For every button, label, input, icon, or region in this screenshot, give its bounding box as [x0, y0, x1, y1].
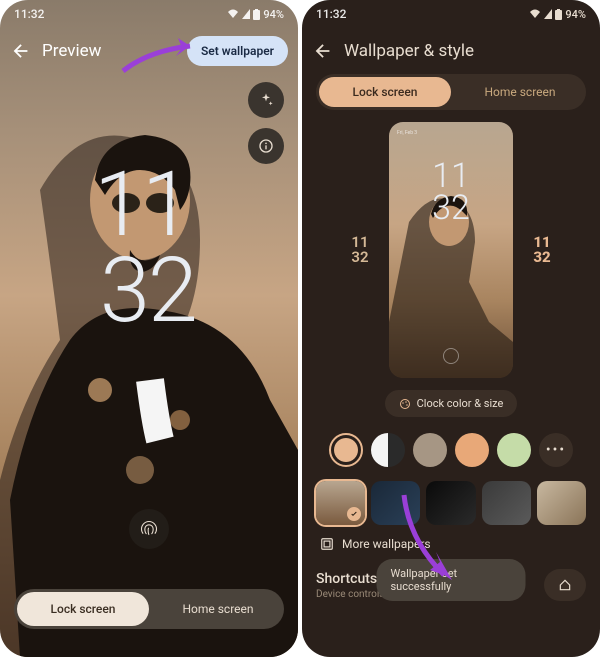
clock-style-option-b[interactable]: 1132 [521, 222, 563, 278]
wifi-icon [227, 9, 239, 19]
palette-icon [399, 398, 411, 410]
toast: Wallpaper set successfully [377, 559, 526, 601]
header-title: Preview [42, 41, 177, 61]
swatch-3[interactable] [413, 433, 447, 467]
wallpaper-thumb-2[interactable] [371, 481, 420, 525]
wallpaper-thumbs [316, 481, 586, 525]
swatch-4[interactable] [455, 433, 489, 467]
shortcuts-subtitle: Device controls [316, 589, 384, 600]
signal-icon [242, 9, 250, 19]
clock-style-option-a[interactable]: 1132 [339, 222, 381, 278]
swatch-1[interactable] [329, 433, 363, 467]
clock-style-row: 1132 Fri, Feb 3 11 32 1132 [316, 122, 586, 378]
segment-lock-screen[interactable]: Lock screen [319, 77, 451, 107]
status-bar: 11:32 94% [0, 0, 298, 28]
status-time: 11:32 [316, 7, 346, 21]
set-wallpaper-button[interactable]: Set wallpaper [187, 36, 288, 66]
fingerprint-icon [139, 519, 159, 539]
check-icon [347, 507, 361, 521]
more-colors-button[interactable]: ••• [539, 433, 573, 467]
home-shortcut-button[interactable] [544, 569, 586, 601]
color-swatches: ••• [316, 433, 586, 467]
status-bar: 11:32 94% [302, 0, 600, 28]
wallpaper-thumb-3[interactable] [426, 481, 475, 525]
header: Wallpaper & style [302, 28, 600, 74]
battery-percent: 94% [565, 8, 586, 21]
swatch-2[interactable] [371, 433, 405, 467]
preview-clock: 11 32 [432, 160, 470, 225]
clock-color-size-button[interactable]: Clock color & size [385, 390, 518, 417]
effects-button[interactable] [248, 82, 284, 118]
wallpaper-icon [320, 537, 334, 551]
clock-minutes: 32 [100, 248, 196, 334]
wallpaper-style-screen: 11:32 94% Wallpaper & style Lock screen … [302, 0, 600, 657]
status-icons: 94% [227, 8, 284, 21]
preview-screen: 11:32 94% Preview Set wallpaper 11 32 Lo… [0, 0, 298, 657]
back-icon[interactable] [312, 40, 334, 62]
screen-segments: Lock screen Home screen [316, 74, 586, 110]
battery-percent: 94% [263, 8, 284, 21]
tab-home-screen[interactable]: Home screen [152, 589, 284, 629]
header-title: Wallpaper & style [344, 41, 590, 61]
info-button[interactable] [248, 128, 284, 164]
signal-icon [544, 9, 552, 19]
swatch-5[interactable] [497, 433, 531, 467]
segment-home-screen[interactable]: Home screen [454, 74, 586, 110]
preview-fingerprint-icon [443, 348, 459, 364]
info-icon [258, 138, 274, 154]
floating-actions [248, 82, 284, 164]
wallpaper-thumb-5[interactable] [537, 481, 586, 525]
sparkle-icon [258, 92, 274, 108]
status-icons: 94% [529, 8, 586, 21]
fingerprint-button[interactable] [129, 509, 169, 549]
home-icon [558, 578, 572, 592]
preview-tabs: Lock screen Home screen [14, 589, 284, 629]
battery-icon [253, 9, 260, 20]
battery-icon [555, 9, 562, 20]
clock-hours: 11 [94, 162, 196, 248]
lock-screen-preview[interactable]: Fri, Feb 3 11 32 [389, 122, 513, 378]
wifi-icon [529, 9, 541, 19]
shortcuts-title: Shortcuts [316, 571, 384, 587]
wallpaper-thumb-1[interactable] [316, 481, 365, 525]
wallpaper-thumb-4[interactable] [482, 481, 531, 525]
tab-lock-screen[interactable]: Lock screen [17, 592, 149, 626]
more-wallpapers-button[interactable]: More wallpapers [316, 537, 586, 551]
lock-clock: 11 32 [94, 162, 196, 333]
back-icon[interactable] [10, 40, 32, 62]
header: Preview Set wallpaper [0, 28, 298, 74]
status-time: 11:32 [14, 7, 44, 21]
